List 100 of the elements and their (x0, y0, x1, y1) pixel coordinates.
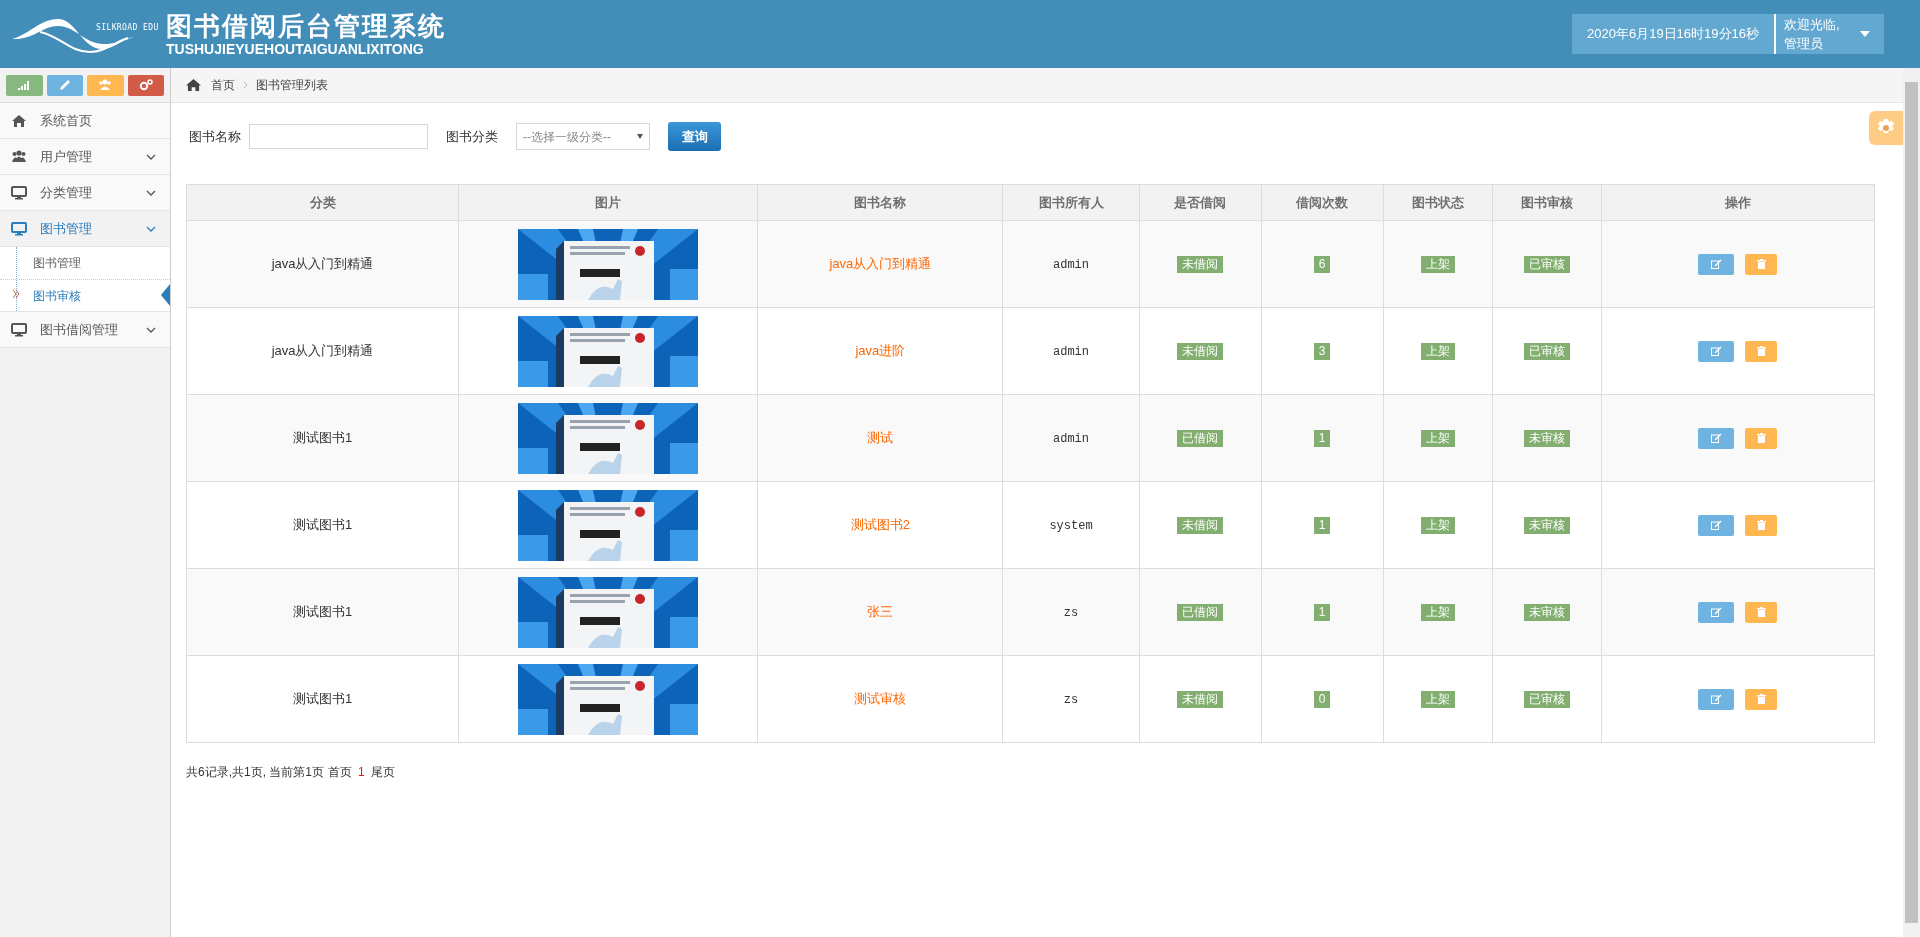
borrow-status-tag: 未借阅 (1177, 256, 1224, 274)
sidebar-item[interactable]: 系统首页 (0, 103, 170, 139)
edit-button[interactable] (1698, 340, 1735, 362)
borrow-count-tag: 1 (1313, 430, 1331, 448)
shelf-status-tag: 上架 (1420, 256, 1455, 274)
gears-icon (138, 78, 153, 92)
first-page-link[interactable]: 首页 (328, 763, 353, 781)
book-name-field[interactable] (249, 124, 428, 149)
edit-button[interactable] (1698, 514, 1735, 536)
edit-button[interactable] (1698, 688, 1735, 710)
column-header: 图书状态 (1383, 184, 1493, 221)
delete-button[interactable] (1745, 688, 1778, 710)
borrow-count-tag: 3 (1313, 343, 1331, 361)
shelf-status-tag: 上架 (1420, 604, 1455, 622)
borrow-count-tag: 1 (1313, 517, 1331, 535)
double-chevron-icon (13, 290, 20, 298)
users-icon (98, 78, 113, 92)
audit-status-tag: 未审核 (1523, 604, 1570, 622)
column-header: 图片 (458, 184, 758, 221)
chevron-down-icon (146, 326, 156, 333)
system-title: 图书借阅后台管理系统 (166, 11, 446, 41)
audit-status-tag: 未审核 (1523, 430, 1570, 448)
user-menu[interactable]: 欢迎光临, 管理员 (1776, 14, 1884, 54)
monitor-icon (11, 220, 27, 237)
chevron-down-icon (146, 189, 156, 196)
settings-button[interactable] (1869, 111, 1903, 145)
audit-status-tag: 已审核 (1523, 343, 1570, 361)
borrow-status-tag: 已借阅 (1177, 604, 1224, 622)
book-name-link[interactable]: 测试图书2 (850, 517, 910, 533)
monitor-icon (11, 321, 27, 338)
edit-icon (1710, 694, 1722, 704)
book-name-link[interactable]: 张三 (867, 604, 894, 620)
stats-icon (17, 78, 32, 92)
column-header: 分类 (186, 184, 459, 221)
edit-icon (1710, 346, 1722, 356)
user-name: 管理员 (1784, 35, 1824, 53)
current-page-number[interactable]: 1 (358, 763, 365, 781)
column-header: 图书名称 (757, 184, 1003, 221)
book-name-link[interactable]: java从入门到精通 (829, 256, 932, 272)
chevron-down-icon (146, 153, 156, 160)
date-time: 2020年6月19日16时19分16秒 (1572, 14, 1776, 54)
caret-icon (637, 134, 643, 139)
borrow-status-tag: 未借阅 (1177, 517, 1224, 535)
sidebar-item[interactable]: 分类管理 (0, 175, 170, 211)
scrollbar-thumb[interactable] (1905, 82, 1918, 923)
owner-text: admin (1053, 432, 1089, 446)
trash-icon (1756, 433, 1766, 443)
sidebar-item[interactable]: 用户管理 (0, 139, 170, 175)
book-name-link[interactable]: 测试 (867, 430, 894, 446)
owner-text: admin (1053, 258, 1089, 272)
field-label: 图书分类 (446, 127, 498, 146)
owner-text: system (1049, 519, 1093, 533)
shortcut-button[interactable] (6, 74, 43, 96)
borrow-status-tag: 已借阅 (1177, 430, 1224, 448)
delete-button[interactable] (1745, 340, 1778, 362)
edit-button[interactable] (1698, 253, 1735, 275)
book-name-link[interactable]: 测试审核 (854, 691, 907, 707)
shortcut-button[interactable] (127, 74, 164, 96)
last-page-link[interactable]: 尾页 (370, 763, 395, 781)
category-text: 测试图书1 (292, 691, 353, 707)
pagination-summary: 共6记录,共1页, 当前第1页 (186, 764, 325, 781)
sidebar-item[interactable]: 图书借阅管理 (0, 312, 170, 348)
edit-icon (1710, 433, 1722, 443)
logo-text: SILKROAD EDU (96, 22, 159, 34)
trash-icon (1756, 607, 1766, 617)
monitor-icon (11, 184, 27, 201)
owner-text: zs (1063, 606, 1079, 620)
audit-status-tag: 未审核 (1523, 517, 1570, 535)
delete-button[interactable] (1745, 427, 1778, 449)
borrow-status-tag: 未借阅 (1177, 691, 1224, 709)
audit-status-tag: 已审核 (1523, 256, 1570, 274)
delete-button[interactable] (1745, 514, 1778, 536)
edit-icon (1710, 520, 1722, 530)
home-icon (11, 112, 27, 129)
owner-text: zs (1063, 693, 1079, 707)
delete-button[interactable] (1745, 253, 1778, 275)
breadcrumb-link[interactable]: 首页 (211, 76, 235, 94)
borrow-status-tag: 未借阅 (1177, 343, 1224, 361)
edit-button[interactable] (1698, 601, 1735, 623)
chevron-right-icon (243, 81, 248, 89)
trash-icon (1756, 694, 1766, 704)
category-text: 测试图书1 (292, 604, 353, 620)
trash-icon (1756, 520, 1766, 530)
edit-icon (1710, 259, 1722, 269)
search-button[interactable]: 查询 (668, 122, 721, 151)
system-subtitle: TUSHUJIEYUEHOUTAIGUANLIXITONG (166, 41, 425, 57)
column-header: 操作 (1601, 184, 1875, 221)
edit-icon (1710, 607, 1722, 617)
category-text: 测试图书1 (292, 517, 353, 533)
column-header: 图书审核 (1492, 184, 1602, 221)
category-text: 测试图书1 (292, 430, 353, 446)
shortcut-button[interactable] (46, 74, 83, 96)
edit-button[interactable] (1698, 427, 1735, 449)
submenu-item[interactable]: 图书管理 (0, 247, 170, 279)
book-name-link[interactable]: java进阶 (855, 343, 906, 359)
pencil-icon (57, 78, 72, 92)
category-select[interactable]: --选择一级分类-- (516, 123, 650, 150)
delete-button[interactable] (1745, 601, 1778, 623)
breadcrumb-current: 图书管理列表 (256, 77, 328, 94)
shortcut-button[interactable] (87, 74, 124, 96)
